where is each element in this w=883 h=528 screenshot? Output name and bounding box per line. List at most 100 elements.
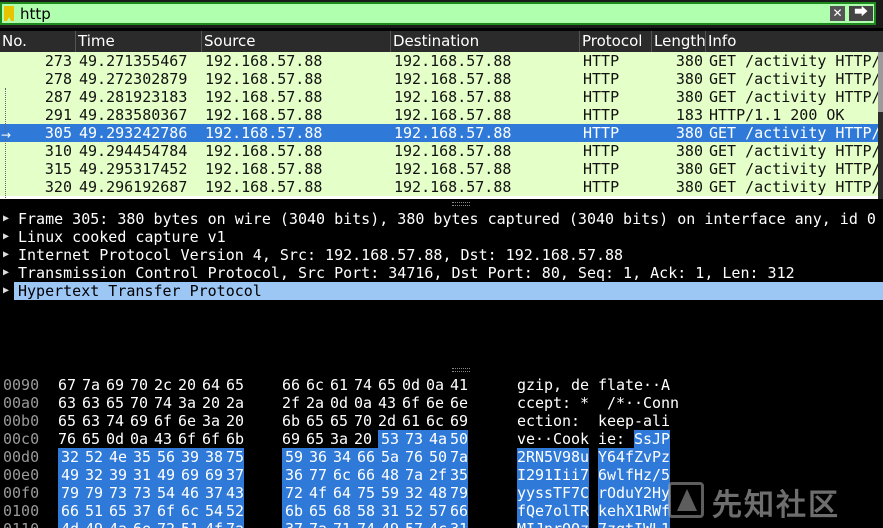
hex-byte[interactable]: 69: [106, 376, 124, 394]
ascii-char[interactable]: u: [580, 448, 589, 466]
hex-byte[interactable]: 6f: [178, 430, 196, 448]
hex-byte[interactable]: 2c: [154, 376, 172, 394]
hex-byte[interactable]: 2a: [306, 394, 324, 412]
hex-byte[interactable]: 7a: [450, 448, 468, 466]
packet-row[interactable]: 310 49.294454784 192.168.57.88 192.168.5…: [0, 142, 879, 160]
hex-byte[interactable]: 79: [450, 484, 468, 502]
hex-byte[interactable]: 7a: [402, 466, 426, 484]
expand-arrow-icon[interactable]: ▶: [3, 282, 9, 300]
ascii-char[interactable]: [580, 412, 589, 430]
hex-byte[interactable]: 6f: [202, 430, 220, 448]
ascii-char[interactable]: R: [526, 448, 535, 466]
hex-byte[interactable]: 2d: [378, 412, 396, 430]
packet-row[interactable]: 315 49.295317452 192.168.57.88 192.168.5…: [0, 160, 879, 178]
hex-byte[interactable]: 31: [378, 502, 402, 520]
hex-byte[interactable]: 4f: [306, 484, 330, 502]
hex-byte[interactable]: 68: [330, 502, 354, 520]
hex-byte[interactable]: 37: [202, 484, 226, 502]
hex-byte[interactable]: 37: [226, 466, 244, 484]
ascii-char[interactable]: p: [544, 394, 553, 412]
ascii-char[interactable]: o: [562, 430, 571, 448]
ascii-char[interactable]: l: [562, 502, 571, 520]
ascii-char[interactable]: t: [553, 394, 562, 412]
expand-arrow-icon[interactable]: ▶: [3, 264, 9, 282]
display-filter-input[interactable]: http ✕ ⮕: [0, 2, 876, 25]
ascii-char[interactable]: R: [580, 502, 589, 520]
ascii-char[interactable]: 7: [544, 502, 553, 520]
ascii-char[interactable]: e: [634, 376, 643, 394]
ascii-char[interactable]: r: [598, 484, 607, 502]
hex-byte[interactable]: 3a: [202, 412, 220, 430]
hex-byte[interactable]: 74: [354, 376, 372, 394]
hex-byte[interactable]: 65: [330, 412, 348, 430]
ascii-char[interactable]: e: [607, 412, 616, 430]
hex-byte[interactable]: 31: [130, 466, 154, 484]
ascii-char[interactable]: k: [598, 502, 607, 520]
ascii-char[interactable]: 9: [562, 448, 571, 466]
ascii-char[interactable]: e: [580, 376, 589, 394]
hex-byte[interactable]: 70: [130, 394, 148, 412]
ascii-char[interactable]: 7: [571, 484, 580, 502]
ascii-char[interactable]: P: [661, 430, 670, 448]
ascii-char[interactable]: Z: [634, 448, 643, 466]
ascii-char[interactable]: z: [607, 520, 616, 528]
detail-item-tcp[interactable]: ▶ Transmission Control Protocol, Src Por…: [0, 264, 883, 282]
ascii-char[interactable]: 1: [544, 466, 553, 484]
ascii-char[interactable]: /: [652, 466, 661, 484]
ascii-char[interactable]: o: [553, 502, 562, 520]
ascii-char[interactable]: ·: [643, 376, 652, 394]
hex-byte[interactable]: 79: [82, 484, 106, 502]
hex-byte[interactable]: 64: [330, 484, 354, 502]
hex-byte[interactable]: 79: [58, 484, 82, 502]
hex-byte[interactable]: 41: [450, 376, 468, 394]
ascii-char[interactable]: n: [661, 394, 670, 412]
hex-byte[interactable]: 74: [106, 412, 124, 430]
hex-byte[interactable]: 65: [226, 376, 244, 394]
hex-byte[interactable]: 72: [282, 484, 306, 502]
hex-byte[interactable]: 65: [306, 430, 324, 448]
ascii-char[interactable]: *: [580, 394, 589, 412]
ascii-char[interactable]: A: [661, 376, 670, 394]
hex-byte[interactable]: 3a: [178, 394, 196, 412]
hex-byte[interactable]: 69: [450, 412, 468, 430]
ascii-char[interactable]: Y: [634, 484, 643, 502]
ascii-char[interactable]: 4: [616, 448, 625, 466]
hex-byte[interactable]: 65: [58, 412, 76, 430]
ascii-char[interactable]: H: [652, 484, 661, 502]
ascii-char[interactable]: 2: [643, 484, 652, 502]
ascii-char[interactable]: Q: [562, 520, 571, 528]
hex-byte[interactable]: 63: [82, 394, 100, 412]
ascii-char[interactable]: e: [535, 394, 544, 412]
ascii-char[interactable]: P: [652, 448, 661, 466]
hex-byte[interactable]: 52: [402, 502, 426, 520]
ascii-char[interactable]: I: [517, 466, 526, 484]
hex-byte[interactable]: 49: [82, 520, 106, 528]
hex-byte[interactable]: 0d: [106, 430, 124, 448]
detail-item-ipv4[interactable]: ▶ Internet Protocol Version 4, Src: 192.…: [0, 246, 883, 264]
ascii-char[interactable]: s: [643, 430, 652, 448]
ascii-char[interactable]: o: [652, 394, 661, 412]
hex-byte[interactable]: 6f: [154, 502, 178, 520]
hex-byte[interactable]: 32: [58, 448, 82, 466]
ascii-char[interactable]: z: [526, 376, 535, 394]
ascii-char[interactable]: 2: [526, 466, 535, 484]
packet-row-selected[interactable]: 305 49.293242786 192.168.57.88 192.168.5…: [0, 124, 879, 142]
hex-byte[interactable]: 66: [58, 502, 82, 520]
ascii-char[interactable]: a: [643, 412, 652, 430]
ascii-char[interactable]: O: [607, 484, 616, 502]
ascii-char[interactable]: z: [661, 448, 670, 466]
hex-byte[interactable]: 59: [378, 484, 402, 502]
hex-byte[interactable]: 70: [354, 412, 372, 430]
column-header-info[interactable]: Info: [705, 31, 883, 52]
hex-byte[interactable]: 52: [82, 448, 106, 466]
ascii-char[interactable]: I: [553, 466, 562, 484]
pane-splitter[interactable]: [0, 366, 883, 374]
hex-byte[interactable]: 71: [330, 520, 354, 528]
hex-byte[interactable]: 57: [402, 520, 426, 528]
ascii-char[interactable]: i: [598, 430, 607, 448]
hex-byte[interactable]: 74: [354, 520, 378, 528]
ascii-char[interactable]: [571, 394, 580, 412]
packet-row[interactable]: 320 49.296192687 192.168.57.88 192.168.5…: [0, 178, 879, 196]
hex-byte[interactable]: 64: [202, 376, 220, 394]
hex-byte[interactable]: 37: [282, 520, 306, 528]
